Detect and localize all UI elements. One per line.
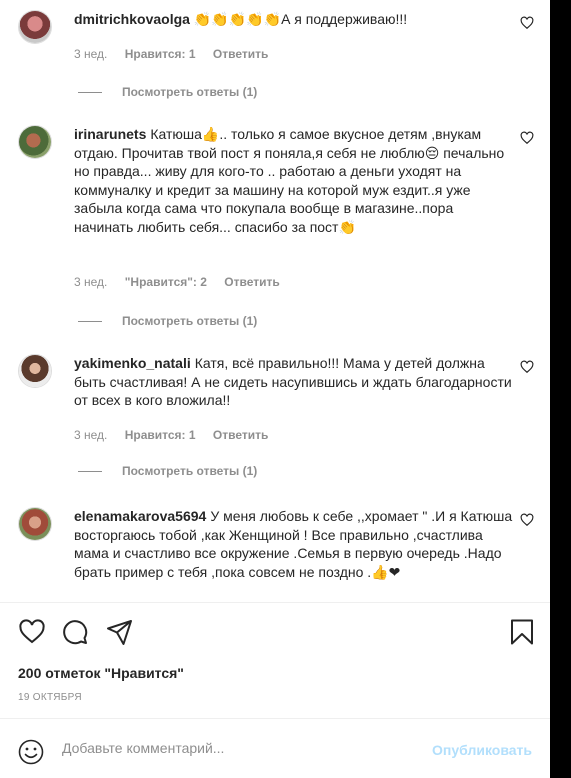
- heart-icon[interactable]: [520, 131, 534, 145]
- comment-likes[interactable]: "Нравится": 2: [125, 275, 207, 289]
- comment-username[interactable]: yakimenko_natali: [74, 355, 191, 371]
- bookmark-icon[interactable]: [508, 618, 536, 646]
- section-divider: [0, 718, 550, 719]
- comment-meta: 3 нед. "Нравится": 2 Ответить: [74, 275, 294, 289]
- view-replies-label: Посмотреть ответы (1): [122, 85, 258, 99]
- comment-meta: 3 нед. Нравится: 1 Ответить: [74, 47, 282, 61]
- divider-line: [78, 470, 102, 472]
- view-replies-button[interactable]: Посмотреть ответы (1): [78, 85, 257, 99]
- comment-text: Катюша👍.. только я самое вкусное детям ,…: [74, 126, 505, 235]
- heart-icon[interactable]: [520, 360, 534, 374]
- comment-body: irinarunets Катюша👍.. только я самое вкус…: [74, 125, 514, 236]
- comment-body: yakimenko_natali Катя, всё правильно!!! М…: [74, 354, 514, 410]
- divider-line: [78, 320, 102, 322]
- likes-count[interactable]: 200 отметок "Нравится": [18, 665, 184, 681]
- add-comment-bar: Опубликовать: [0, 730, 550, 776]
- smiley-icon[interactable]: [18, 739, 44, 765]
- avatar[interactable]: [18, 10, 52, 44]
- avatar[interactable]: [18, 507, 52, 541]
- heart-icon[interactable]: [18, 618, 46, 646]
- view-replies-button[interactable]: Посмотреть ответы (1): [78, 314, 257, 328]
- post-actions: [18, 618, 538, 646]
- avatar[interactable]: [18, 125, 52, 159]
- post-panel: dmitrichkovaolga 👏👏👏👏👏А я поддерживаю!!! …: [0, 0, 550, 778]
- speech-bubble-icon[interactable]: [61, 618, 89, 646]
- post-date[interactable]: 19 ОКТЯБРЯ: [18, 692, 82, 703]
- comment-body: elenamakarova5694 У меня любовь к себе ,,…: [74, 507, 514, 581]
- comment-likes[interactable]: Нравится: 1: [125, 428, 196, 442]
- heart-icon[interactable]: [520, 16, 534, 30]
- comment-meta: 3 нед. Нравится: 1 Ответить: [74, 428, 282, 442]
- reply-button[interactable]: Ответить: [213, 428, 268, 442]
- comment-username[interactable]: elenamakarova5694: [74, 508, 206, 524]
- comment-time[interactable]: 3 нед.: [74, 47, 107, 61]
- publish-button[interactable]: Опубликовать: [432, 742, 532, 758]
- paper-plane-icon[interactable]: [106, 618, 134, 646]
- comment-likes[interactable]: Нравится: 1: [125, 47, 196, 61]
- section-divider: [0, 602, 550, 603]
- view-replies-button[interactable]: Посмотреть ответы (1): [78, 464, 257, 478]
- comment-input[interactable]: [62, 740, 402, 756]
- comment-body: dmitrichkovaolga 👏👏👏👏👏А я поддерживаю!!!: [74, 10, 514, 29]
- reply-button[interactable]: Ответить: [224, 275, 279, 289]
- reply-button[interactable]: Ответить: [213, 47, 268, 61]
- divider-line: [78, 91, 102, 93]
- comment-text: 👏👏👏👏👏А я поддерживаю!!!: [193, 11, 408, 27]
- view-replies-label: Посмотреть ответы (1): [122, 464, 258, 478]
- comments-list: dmitrichkovaolga 👏👏👏👏👏А я поддерживаю!!! …: [0, 0, 550, 602]
- comment-time[interactable]: 3 нед.: [74, 428, 107, 442]
- heart-icon[interactable]: [520, 513, 534, 527]
- comment-username[interactable]: irinarunets: [74, 126, 146, 142]
- avatar[interactable]: [18, 354, 52, 388]
- comment-time[interactable]: 3 нед.: [74, 275, 107, 289]
- view-replies-label: Посмотреть ответы (1): [122, 314, 258, 328]
- comment-username[interactable]: dmitrichkovaolga: [74, 11, 190, 27]
